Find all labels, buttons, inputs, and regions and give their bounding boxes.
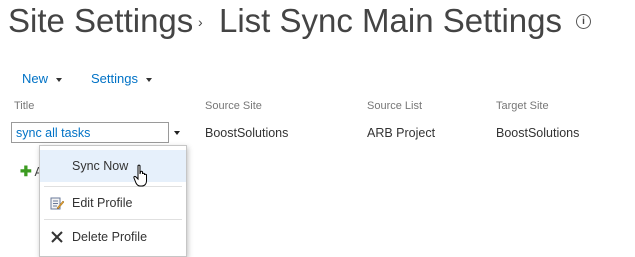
hand-pointer-cursor-icon (133, 164, 147, 187)
chevron-down-icon (56, 77, 63, 82)
target-site-cell: BoostSolutions (496, 126, 580, 140)
menu-item-edit-profile[interactable]: Edit Profile (40, 187, 186, 219)
breadcrumb-site-settings[interactable]: Site Settings (8, 2, 193, 40)
settings-menu-button[interactable]: Settings (91, 71, 152, 86)
source-list-cell: ARB Project (367, 126, 436, 140)
column-header-title: Title (14, 100, 35, 112)
profile-title-link[interactable]: sync all tasks (11, 122, 169, 143)
source-site-cell: BoostSolutions (205, 126, 289, 140)
column-header-source-site: Source Site (205, 100, 262, 112)
profile-context-menu: Sync Now Edit Profile Delete Profile (39, 145, 187, 257)
menu-item-sync-now[interactable]: Sync Now (40, 150, 186, 182)
chevron-down-icon (145, 77, 152, 82)
menu-item-delete-profile[interactable]: Delete Profile (40, 221, 186, 253)
breadcrumb-separator: › (198, 14, 203, 30)
page-heading: List Sync Main Settings (219, 2, 562, 39)
menu-divider (44, 219, 182, 220)
column-header-target-site: Target Site (496, 100, 549, 112)
delete-x-icon (51, 231, 63, 243)
profile-menu-chevron-icon[interactable] (174, 131, 180, 135)
info-icon[interactable]: i (576, 14, 591, 29)
plus-icon: ✚ (20, 163, 32, 179)
column-header-source-list: Source List (367, 100, 423, 112)
new-menu-button[interactable]: New (22, 71, 63, 86)
edit-icon (50, 197, 64, 210)
